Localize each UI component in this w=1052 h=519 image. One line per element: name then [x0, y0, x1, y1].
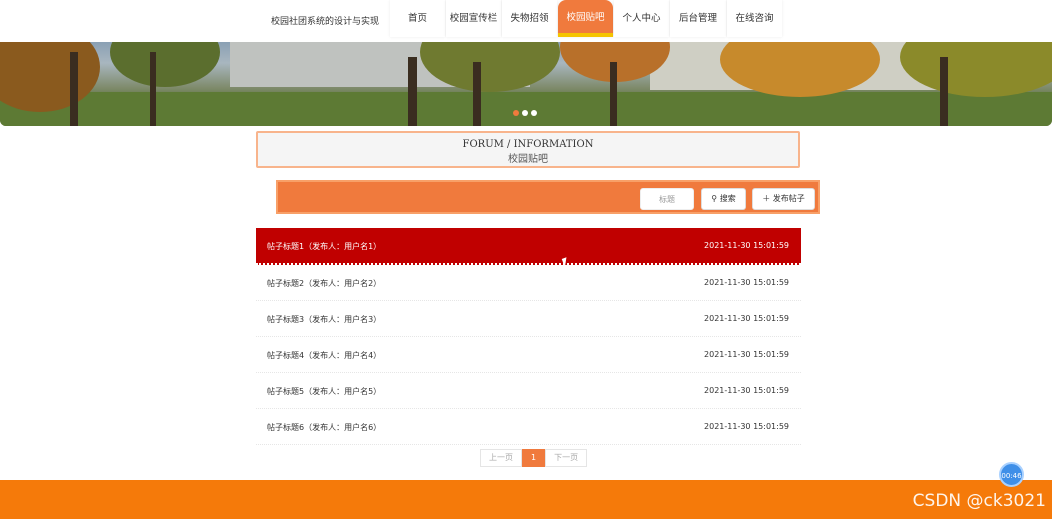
- banner-trunk: [150, 52, 156, 126]
- carousel-dot[interactable]: [531, 110, 537, 116]
- timer-badge[interactable]: 00:46: [999, 462, 1024, 487]
- pagination: 上一页 1 下一页: [480, 449, 588, 467]
- post-date: 2021-11-30 15:01:59: [704, 386, 789, 395]
- banner-carousel[interactable]: [0, 42, 1052, 126]
- nav-online-consult[interactable]: 在线咨询: [727, 0, 782, 37]
- search-button[interactable]: ⚲ 搜索: [701, 188, 746, 210]
- list-item[interactable]: 帖子标题2（发布人：用户名2） 2021-11-30 15:01:59: [256, 265, 801, 301]
- plus-icon: ＋: [762, 194, 771, 203]
- nav-lost-found[interactable]: 失物招领: [502, 0, 557, 37]
- list-item[interactable]: 帖子标题6（发布人：用户名6） 2021-11-30 15:01:59: [256, 409, 801, 445]
- list-item[interactable]: 帖子标题1（发布人：用户名1） 2021-11-30 15:01:59: [256, 228, 801, 265]
- nav-admin[interactable]: 后台管理: [670, 0, 726, 37]
- banner-tree: [110, 42, 220, 87]
- prev-page-button[interactable]: 上一页: [480, 449, 522, 467]
- nav-forum[interactable]: 校园贴吧: [558, 0, 613, 37]
- banner-trunk: [940, 57, 948, 126]
- nav-home[interactable]: 首页: [390, 0, 445, 37]
- list-item[interactable]: 帖子标题5（发布人：用户名5） 2021-11-30 15:01:59: [256, 373, 801, 409]
- current-page-button[interactable]: 1: [522, 449, 546, 467]
- main-nav: 首页 校园宣传栏 失物招领 校园贴吧 个人中心 后台管理 在线咨询: [390, 0, 783, 37]
- carousel-dot[interactable]: [513, 110, 519, 116]
- list-item[interactable]: 帖子标题3（发布人：用户名3） 2021-11-30 15:01:59: [256, 301, 801, 337]
- post-title: 帖子标题1（发布人：用户名1）: [267, 242, 382, 251]
- top-bar: 校园社团系统的设计与实现 首页 校园宣传栏 失物招领 校园贴吧 个人中心 后台管…: [0, 0, 1052, 42]
- publish-post-label: 发布帖子: [772, 194, 805, 203]
- banner-lawn: [0, 92, 1052, 126]
- post-title: 帖子标题3（发布人：用户名3）: [267, 315, 382, 324]
- post-date: 2021-11-30 15:01:59: [704, 278, 789, 287]
- search-button-label: 搜索: [719, 194, 736, 203]
- section-title-en: FORUM / INFORMATION: [462, 139, 594, 150]
- banner-trunk: [610, 62, 617, 126]
- carousel-dots: [513, 110, 537, 116]
- banner-trunk: [408, 57, 417, 126]
- watermark: CSDN @ck3021: [912, 491, 1046, 511]
- site-title: 校园社团系统的设计与实现: [271, 17, 380, 27]
- footer: CSDN @ck3021: [0, 480, 1052, 519]
- search-input[interactable]: 标题: [640, 188, 694, 210]
- post-date: 2021-11-30 15:01:59: [704, 422, 789, 431]
- post-title: 帖子标题6（发布人：用户名6）: [267, 423, 382, 432]
- search-bar: 标题 ⚲ 搜索 ＋ 发布帖子: [276, 180, 820, 214]
- post-date: 2021-11-30 15:01:59: [704, 314, 789, 323]
- section-title-box: FORUM / INFORMATION 校园贴吧: [256, 131, 800, 168]
- post-date: 2021-11-30 15:01:59: [704, 350, 789, 359]
- post-list: 帖子标题1（发布人：用户名1） 2021-11-30 15:01:59 帖子标题…: [256, 228, 801, 445]
- nav-bulletin[interactable]: 校园宣传栏: [446, 0, 501, 37]
- banner-trunk: [70, 52, 78, 126]
- next-page-button[interactable]: 下一页: [545, 449, 588, 467]
- banner-trunk: [473, 62, 481, 126]
- section-title-cn: 校园贴吧: [508, 154, 548, 165]
- post-title: 帖子标题2（发布人：用户名2）: [267, 279, 382, 288]
- publish-post-button[interactable]: ＋ 发布帖子: [752, 188, 815, 210]
- post-title: 帖子标题5（发布人：用户名5）: [267, 387, 382, 396]
- nav-user-center[interactable]: 个人中心: [614, 0, 669, 37]
- search-icon: ⚲: [711, 194, 718, 203]
- list-item[interactable]: 帖子标题4（发布人：用户名4） 2021-11-30 15:01:59: [256, 337, 801, 373]
- post-title: 帖子标题4（发布人：用户名4）: [267, 351, 382, 360]
- post-date: 2021-11-30 15:01:59: [704, 241, 789, 250]
- carousel-dot[interactable]: [522, 110, 528, 116]
